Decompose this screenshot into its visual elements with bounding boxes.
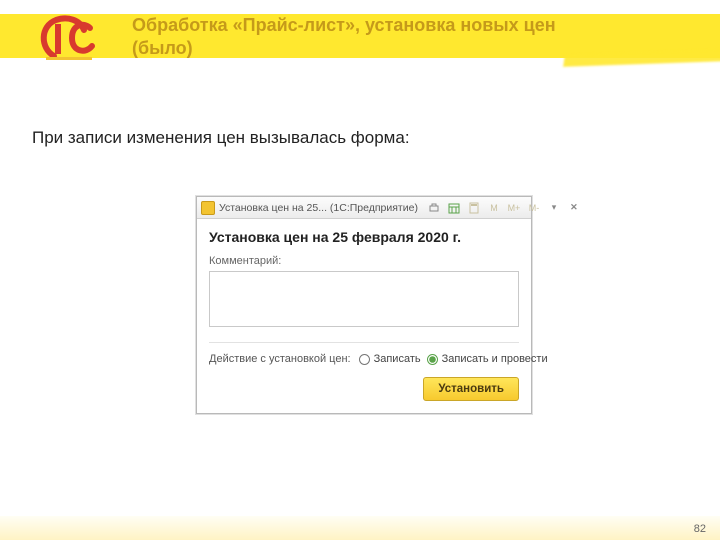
- radio-save-and-post-label: Записать и провести: [442, 353, 548, 365]
- dialog-heading: Установка цен на 25 февраля 2020 г.: [209, 229, 519, 245]
- slide-title: Обработка «Прайс-лист», установка новых …: [132, 14, 572, 59]
- page-number: 82: [694, 523, 706, 535]
- install-button[interactable]: Установить: [423, 377, 519, 401]
- body-text: При записи изменения цен вызывалась форм…: [32, 128, 410, 148]
- memory-mminus-button[interactable]: M-: [526, 201, 542, 215]
- comment-label: Комментарий:: [209, 255, 519, 267]
- slide: Обработка «Прайс-лист», установка новых …: [0, 0, 720, 540]
- calendar-icon[interactable]: [446, 201, 462, 215]
- print-icon[interactable]: [426, 201, 442, 215]
- separator: [209, 342, 519, 343]
- dialog-footer: Установить: [209, 377, 519, 401]
- dropdown-icon[interactable]: ▾: [546, 201, 562, 215]
- memory-m-button[interactable]: M: [486, 201, 502, 215]
- window-title: Установка цен на 25... (1С:Предприятие): [219, 202, 418, 214]
- action-row: Действие с установкой цен: Записать Запи…: [209, 353, 519, 365]
- radio-save[interactable]: [359, 354, 370, 365]
- radio-save-label: Записать: [374, 353, 421, 365]
- app-1c-icon: [201, 201, 215, 215]
- radio-save-and-post[interactable]: [427, 354, 438, 365]
- comment-input[interactable]: [209, 271, 519, 327]
- close-icon[interactable]: ✕: [566, 201, 582, 215]
- logo-1c: [38, 12, 98, 62]
- titlebar: Установка цен на 25... (1С:Предприятие) …: [197, 197, 531, 219]
- dialog-body: Установка цен на 25 февраля 2020 г. Комм…: [197, 219, 531, 413]
- memory-mplus-button[interactable]: M+: [506, 201, 522, 215]
- price-dialog: Установка цен на 25... (1С:Предприятие) …: [196, 196, 532, 414]
- action-label: Действие с установкой цен:: [209, 353, 351, 365]
- bottom-stripe: [0, 516, 720, 540]
- calc-icon[interactable]: [466, 201, 482, 215]
